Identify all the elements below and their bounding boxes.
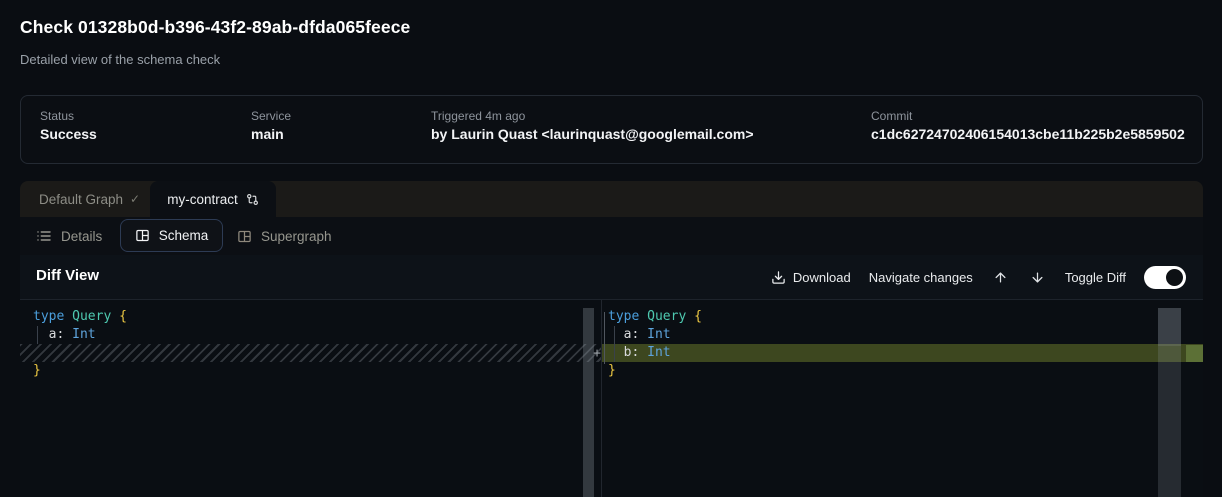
arrow-up-icon <box>993 270 1008 285</box>
previous-change-button[interactable] <box>991 268 1010 287</box>
navigate-changes-button[interactable]: Navigate changes <box>869 270 973 285</box>
navigate-changes-label: Navigate changes <box>869 270 973 285</box>
indent-guide <box>614 326 615 362</box>
download-icon <box>771 270 786 285</box>
diff-pane-after: type Query { a: Int b: Int } <box>601 300 1203 497</box>
right-scrollbar-thumb[interactable] <box>1158 308 1181 346</box>
contract-label: my-contract <box>167 192 238 207</box>
check-detail-card: Details Schema Supergraph <box>20 217 1203 497</box>
status-label: Status <box>40 109 74 123</box>
triggered-label: Triggered 4m ago <box>431 109 525 123</box>
left-pane-scrollbar[interactable] <box>583 308 594 497</box>
inserted-line-placeholder <box>20 344 601 362</box>
switch-knob <box>1166 269 1183 286</box>
toggle-diff-label: Toggle Diff <box>1065 270 1126 285</box>
commit-value: c1dc62724702406154013cbe11b225b2e5859502 <box>871 126 1185 142</box>
commit-label: Commit <box>871 109 912 123</box>
tab-my-contract[interactable]: my-contract <box>150 181 276 217</box>
diff-region-connector <box>604 312 605 364</box>
schema-label: Schema <box>159 228 209 243</box>
panels-icon <box>237 229 252 244</box>
tab-details[interactable]: Details <box>36 217 102 255</box>
list-icon <box>36 228 52 244</box>
next-change-button[interactable] <box>1028 268 1047 287</box>
code-line: type Query { <box>20 308 601 326</box>
page-title: Check 01328b0d-b396-43f2-89ab-dfda065fee… <box>20 17 410 38</box>
triggered-value: by Laurin Quast <laurinquast@googlemail.… <box>431 126 754 142</box>
details-label: Details <box>61 229 102 244</box>
tab-default-graph[interactable]: Default Graph ✓ <box>20 181 156 217</box>
code-line: a: Int <box>20 326 601 344</box>
status-value: Success <box>40 126 97 142</box>
download-button[interactable]: Download <box>771 270 851 285</box>
indent-guide <box>37 326 38 344</box>
diff-view-title: Diff View <box>36 267 99 284</box>
schema-diff-editor: type Query { a: Int } type Query { a: In… <box>20 300 1203 497</box>
code-line: type Query { <box>602 308 1203 326</box>
check-icon: ✓ <box>130 192 140 206</box>
check-meta-card: Status Success Service main Triggered 4m… <box>20 95 1203 164</box>
download-label: Download <box>793 270 851 285</box>
diff-controls: Download Navigate changes <box>771 255 1186 299</box>
code-line: a: Int <box>602 326 1203 344</box>
tab-schema[interactable]: Schema <box>120 219 223 252</box>
code-line: } <box>20 362 601 380</box>
service-value: main <box>251 126 284 142</box>
tab-supergraph[interactable]: Supergraph <box>237 217 332 255</box>
service-label: Service <box>251 109 291 123</box>
added-change-ruler-marker <box>1186 345 1203 362</box>
diff-toolbar: Diff View Download Navigate changes <box>20 255 1203 300</box>
page-subtitle: Detailed view of the schema check <box>20 52 220 67</box>
panels-icon <box>135 228 150 243</box>
git-compare-icon <box>246 193 259 206</box>
diff-pane-before: type Query { a: Int } <box>20 300 601 497</box>
code-line: } <box>602 362 1203 380</box>
view-tab-bar: Details Schema Supergraph <box>20 217 1203 255</box>
default-graph-label: Default Graph <box>39 192 123 207</box>
added-code-line: b: Int <box>602 344 1203 362</box>
graph-tab-strip: Default Graph ✓ my-contract <box>20 181 1203 217</box>
schema-check-page: Check 01328b0d-b396-43f2-89ab-dfda065fee… <box>0 0 1222 497</box>
supergraph-label: Supergraph <box>261 229 332 244</box>
toggle-diff-switch[interactable] <box>1144 266 1186 289</box>
arrow-down-icon <box>1030 270 1045 285</box>
